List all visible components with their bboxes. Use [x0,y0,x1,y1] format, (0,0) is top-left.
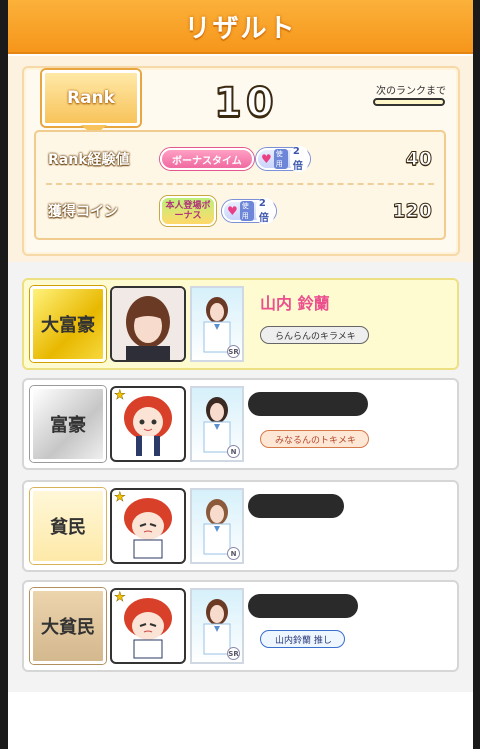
stats-box: Rank経験値 ボーナスタイム ♥ 使用 2倍 40 獲得コイン 本人登場ボーナ… [34,130,446,240]
multiplier-badge: ♥ 使用 2倍 [256,146,310,172]
page-title: リザルト [184,13,297,44]
stat-row-coin: 獲得コイン 本人登場ボーナス ♥ 使用 2倍 120 [36,188,446,234]
avatar: ★ [110,588,186,664]
player-title-badge: 富豪 [30,386,106,462]
heart-icon: ♥ [227,204,238,218]
player-card[interactable]: 大富豪 SR 山内 鈴蘭 らんらんのキラメキ [22,278,459,370]
avatar: ★ [110,386,186,462]
rank-badge-label: Rank [67,88,115,108]
player-name-redacted [248,594,358,618]
player-title-badge: 大富豪 [30,286,106,362]
result-screen: リザルト Rank 10 次のランクまで Rank経験値 ボーナスタイム ♥ 使… [8,0,473,749]
stat-value: 120 [392,200,433,223]
member-card: N [190,488,244,564]
multiplier-badge: ♥ 使用 2倍 [222,198,276,224]
star-icon: ★ [114,388,126,403]
result-summary: Rank 10 次のランクまで Rank経験値 ボーナスタイム ♥ 使用 2倍 … [8,56,473,262]
rarity-badge: SR [227,345,240,358]
use-label: 使用 [273,149,288,169]
multiplier-value: 2倍 [289,146,308,172]
player-card[interactable]: 富豪 ★ N みなるんのトキメキ [22,378,459,470]
player-title-badge: 大貧民 [30,588,106,664]
stat-row-exp: Rank経験値 ボーナスタイム ♥ 使用 2倍 40 [36,136,446,182]
star-icon: ★ [114,590,126,605]
player-title-badge: 貧民 [30,488,106,564]
rarity-badge: SR [227,647,240,660]
stat-label: 獲得コイン [48,204,118,220]
heart-icon: ♥ [261,152,272,166]
rarity-badge: N [227,445,240,458]
next-rank-label: 次のランクまで [376,86,446,97]
rarity-badge: N [227,547,240,560]
member-card: SR [190,588,244,664]
multiplier-value: 2倍 [255,198,274,224]
avatar: ★ [110,488,186,564]
result-card: Rank 10 次のランクまで Rank経験値 ボーナスタイム ♥ 使用 2倍 … [22,66,460,256]
player-tag: みなるんのトキメキ [260,430,370,448]
player-card[interactable]: 貧民 ★ N [22,480,459,572]
rank-badge: Rank [42,70,140,136]
player-ranking-list: 大富豪 SR 山内 鈴蘭 らんらんのキラメキ 富豪 ★ N みなるんのトキメキ … [8,262,473,692]
star-icon: ★ [114,490,126,505]
player-name-redacted [248,494,344,518]
bonus-time-badge: ボーナスタイム [160,148,254,170]
member-photo [112,288,184,360]
player-tag: 山内鈴蘭 推し [260,630,345,648]
stat-label: Rank経験値 [48,152,130,168]
player-card[interactable]: 大貧民 ★ SR 山内鈴蘭 推し [22,580,459,672]
member-card: SR [190,286,244,362]
header-bar: リザルト [8,0,473,54]
divider [46,183,434,185]
player-name: 山内 鈴蘭 [260,294,330,313]
player-name-redacted [248,392,368,416]
oshi-bonus-badge: 本人登場ボーナス [160,196,216,226]
member-card: N [190,386,244,462]
stat-value: 40 [405,148,432,171]
avatar [110,286,186,362]
use-label: 使用 [239,201,254,221]
next-rank-progress-bar [373,98,445,106]
player-tag: らんらんのキラメキ [260,326,369,344]
rank-value: 10 [213,79,278,127]
